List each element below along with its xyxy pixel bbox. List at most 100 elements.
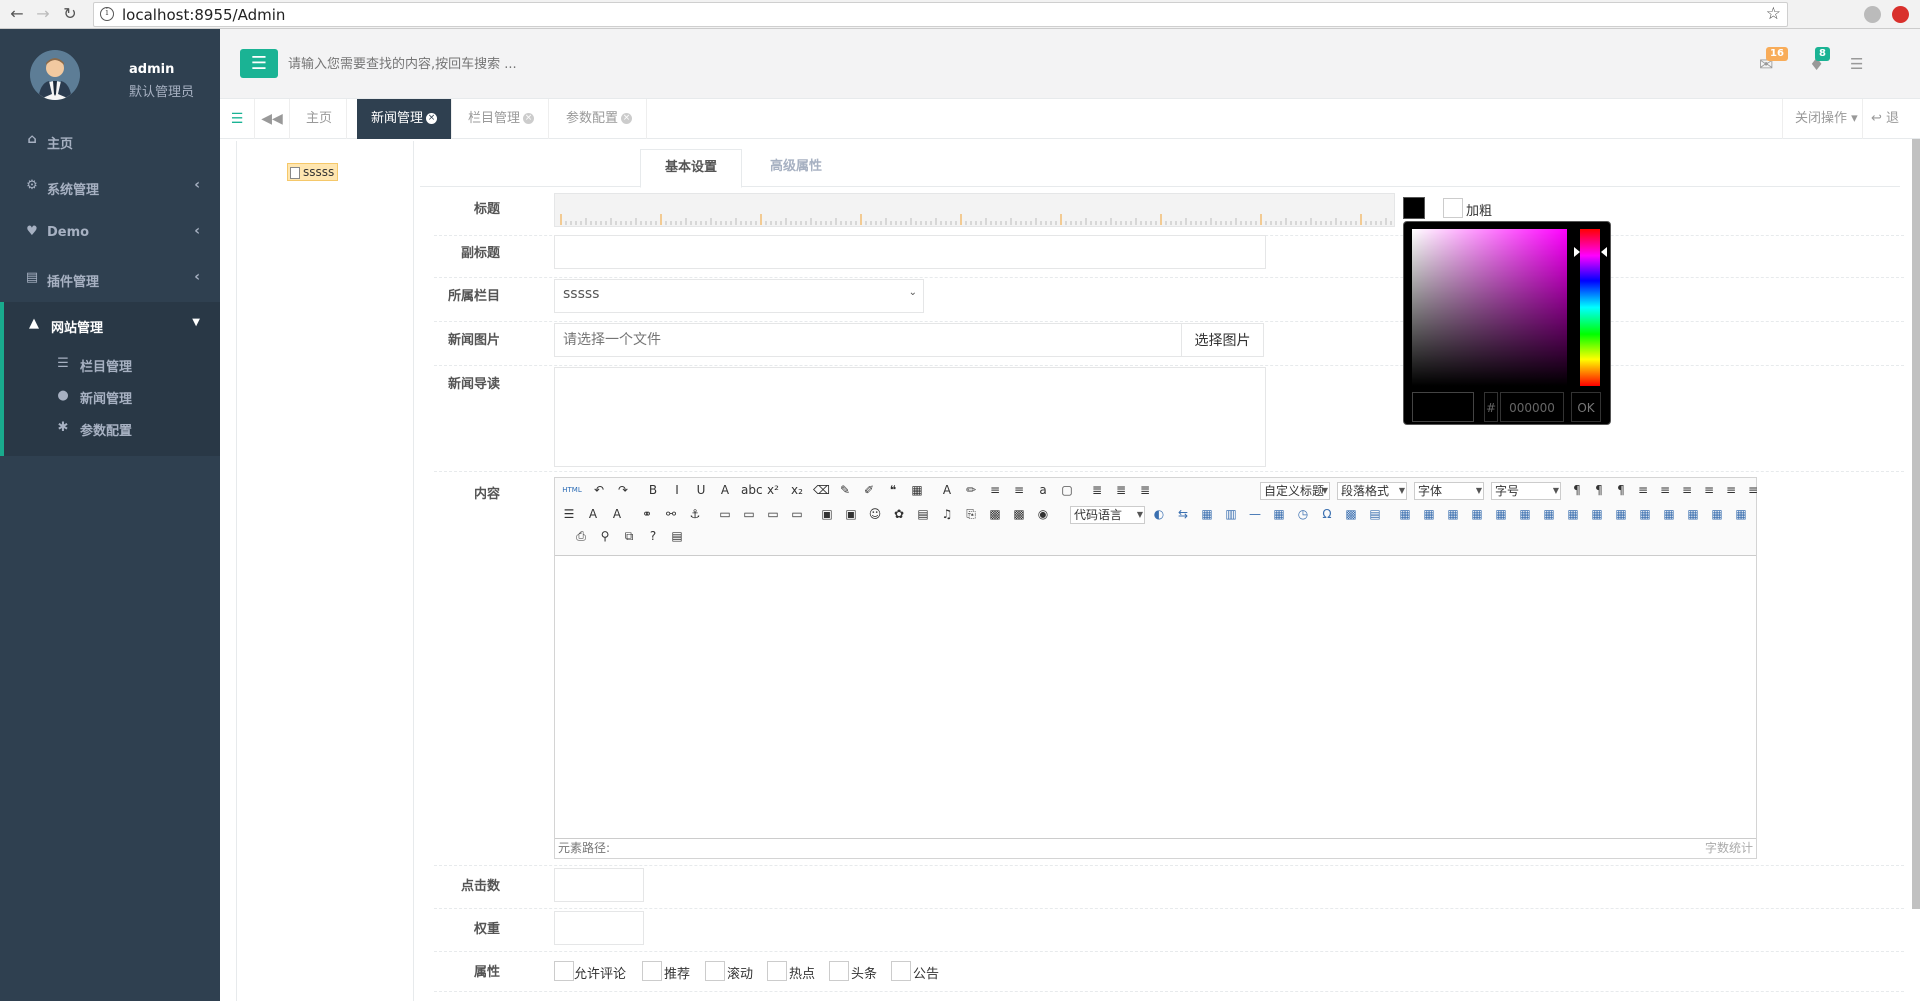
logout-button[interactable]: ↩ 退出	[1862, 99, 1920, 166]
editor-tool-icon[interactable]: ✿	[891, 506, 907, 522]
extension-icon[interactable]	[1864, 6, 1881, 23]
editor-tool-icon[interactable]: ↷	[615, 482, 631, 498]
editor-tool-icon[interactable]: ≡	[1745, 482, 1761, 498]
extension-red-icon[interactable]	[1892, 6, 1909, 23]
editor-select-code_lang[interactable]: 代码语言 ▼	[1070, 506, 1145, 524]
back-icon[interactable]: ←	[7, 4, 27, 24]
editor-tool-icon[interactable]: ⚯	[663, 506, 679, 522]
avatar[interactable]	[30, 50, 80, 100]
recommend-checkbox[interactable]	[642, 961, 662, 981]
sidebar-item-home[interactable]: ⌂ 主页	[0, 118, 220, 164]
editor-tool-icon[interactable]: ▭	[717, 506, 733, 522]
editor-tool-icon[interactable]: ⇆	[1175, 506, 1191, 522]
reload-icon[interactable]: ↻	[60, 4, 80, 24]
rich-text-editor[interactable]: HTML ↶ ↷ B I U Aabc x² x₂ ⌫ ✎ ✐ ❝ ▦ A ✏ ≡ ≡ a ▢ ≣ ≣ ≣ ☰ A A ⚭ ⚯ ⚓ ▭ ▭ ▭…	[554, 477, 1758, 859]
forward-icon[interactable]: →	[33, 4, 53, 24]
notice-checkbox[interactable]	[891, 961, 911, 981]
editor-tool-icon[interactable]: ▭	[789, 506, 805, 522]
summary-textarea[interactable]	[554, 367, 1266, 467]
headline-checkbox[interactable]	[829, 961, 849, 981]
editor-tool-icon[interactable]: ▦	[1685, 506, 1701, 522]
editor-tool-icon[interactable]: ▩	[987, 506, 1003, 522]
hot-checkbox[interactable]	[767, 961, 787, 981]
close-icon[interactable]: ×	[426, 113, 438, 124]
editor-tool-icon[interactable]: ⎙	[573, 528, 589, 544]
editor-tool-icon[interactable]: ≣	[1137, 482, 1153, 498]
editor-tool-icon[interactable]: ▤	[915, 506, 931, 522]
editor-tool-icon[interactable]: —	[1247, 506, 1263, 522]
editor-tool-icon[interactable]: ❝	[885, 482, 901, 498]
editor-tool-icon[interactable]: ▤	[669, 528, 685, 544]
editor-tool-icon[interactable]: ▦	[1589, 506, 1605, 522]
editor-select-size[interactable]: 字号 ▼	[1491, 482, 1561, 500]
title-input[interactable]	[554, 193, 1395, 227]
editor-tool-icon[interactable]: ▩	[1011, 506, 1027, 522]
editor-tool-icon[interactable]: ¶	[1569, 482, 1585, 498]
menu-toggle-button[interactable]: ☰	[240, 49, 278, 78]
editor-tool-icon[interactable]: ▦	[1565, 506, 1581, 522]
editor-tool-icon[interactable]: ☰	[561, 506, 577, 522]
allow-comment-checkbox[interactable]	[554, 961, 574, 981]
editor-tool-icon[interactable]: ¶	[1613, 482, 1629, 498]
color-swatch[interactable]	[1403, 197, 1425, 219]
editor-tool-icon[interactable]: abc	[741, 482, 763, 498]
editor-tool-icon[interactable]: A	[585, 506, 601, 522]
editor-tool-icon[interactable]: ?	[645, 528, 661, 544]
editor-tool-icon[interactable]: ≡	[1657, 482, 1673, 498]
editor-tool-icon[interactable]: I	[669, 482, 685, 498]
editor-tool-icon[interactable]: ✐	[861, 482, 877, 498]
editor-tool-icon[interactable]: ≡	[987, 482, 1003, 498]
editor-tool-icon[interactable]: ▦	[1199, 506, 1215, 522]
editor-tool-icon[interactable]: ≣	[1089, 482, 1105, 498]
user-role[interactable]: 默认管理员	[129, 81, 194, 100]
editor-tool-icon[interactable]: A	[939, 482, 955, 498]
editor-tool-icon[interactable]: ▦	[1733, 506, 1749, 522]
editor-tool-icon[interactable]: ☺	[867, 506, 883, 522]
editor-tool-icon[interactable]: ⎘	[963, 506, 979, 522]
editor-tool-icon[interactable]: B	[645, 482, 661, 498]
editor-tool-icon[interactable]: ▦	[1271, 506, 1287, 522]
editor-tool-icon[interactable]: x²	[765, 482, 781, 498]
address-bar[interactable]: i localhost:8955/Admin ☆	[93, 2, 1788, 27]
editor-tool-icon[interactable]: x₂	[789, 482, 805, 498]
category-select[interactable]: sssss ⌄	[554, 279, 924, 313]
editor-tool-icon[interactable]: ▭	[765, 506, 781, 522]
editor-tool-icon[interactable]: ▦	[1469, 506, 1485, 522]
editor-tool-icon[interactable]: ▩	[1343, 506, 1359, 522]
editor-tool-icon[interactable]: ▦	[1613, 506, 1629, 522]
weight-input[interactable]	[554, 911, 644, 945]
editor-tool-icon[interactable]: A	[609, 506, 625, 522]
editor-tool-icon[interactable]: A	[717, 482, 733, 498]
hue-slider[interactable]	[1580, 229, 1600, 386]
tab-news[interactable]: 新闻管理 ×	[357, 99, 453, 139]
editor-tool-icon[interactable]: ◉	[1035, 506, 1051, 522]
color-ok-button[interactable]: OK	[1571, 392, 1601, 422]
choose-image-button[interactable]: 选择图片	[1181, 323, 1264, 357]
editor-tool-icon[interactable]: ⚭	[639, 506, 655, 522]
sidebar-item-demo[interactable]: ♥ Demo ‹	[0, 210, 220, 256]
editor-tool-icon[interactable]: ▦	[1445, 506, 1461, 522]
tab-params[interactable]: 参数配置 ×	[552, 99, 648, 139]
editor-tool-icon[interactable]: Ω	[1319, 506, 1335, 522]
bookmark-star-icon[interactable]: ☆	[1766, 4, 1781, 24]
editor-select-font[interactable]: 字体 ▼	[1414, 482, 1484, 500]
tasks-icon[interactable]: ☰	[1850, 55, 1863, 73]
close-icon[interactable]: ×	[621, 113, 633, 124]
close-icon[interactable]: ×	[523, 113, 535, 124]
color-saturation-area[interactable]	[1412, 229, 1567, 386]
sidebar-item-system[interactable]: ⚙ 系统管理 ‹	[0, 164, 220, 210]
editor-tool-icon[interactable]: ▦	[909, 482, 925, 498]
hex-input[interactable]: 000000	[1500, 392, 1564, 422]
editor-tool-icon[interactable]: ▣	[843, 506, 859, 522]
editor-tool-icon[interactable]: HTML	[561, 482, 583, 498]
editor-tool-icon[interactable]: ≣	[1113, 482, 1129, 498]
editor-tool-icon[interactable]: ⧉	[621, 528, 637, 544]
search-input[interactable]	[288, 49, 688, 79]
close-operations-dropdown[interactable]: 关闭操作 ▾	[1782, 99, 1870, 139]
editor-tool-icon[interactable]: ≡	[1635, 482, 1651, 498]
editor-tool-icon[interactable]: ✏	[963, 482, 979, 498]
editor-tool-icon[interactable]: ✎	[837, 482, 853, 498]
editor-tool-icon[interactable]: ▭	[741, 506, 757, 522]
editor-tool-icon[interactable]: ↶	[591, 482, 607, 498]
editor-tool-icon[interactable]: ⚓	[687, 506, 703, 522]
